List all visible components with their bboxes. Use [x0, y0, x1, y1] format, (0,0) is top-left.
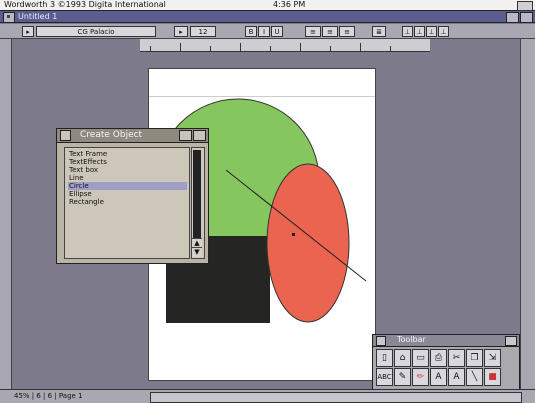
list-item-text-effects[interactable]: TextEffects	[68, 158, 187, 166]
toolbar-title: Toolbar	[397, 335, 426, 344]
create-object-window: Create Object Text Frame TextEffects Tex…	[56, 128, 209, 264]
scrollbar-knob[interactable]	[193, 150, 201, 238]
list-item-rectangle[interactable]: Rectangle	[68, 198, 187, 206]
toolbar-title-bar[interactable]: Toolbar	[373, 335, 519, 347]
cut-icon[interactable]: ✂	[448, 349, 465, 367]
spell-check-icon[interactable]: ABC	[376, 368, 393, 386]
create-object-depth-button[interactable]	[193, 130, 206, 141]
save-icon[interactable]: ▭	[412, 349, 429, 367]
status-bar: 45% | 6 | 6 | Page 1	[0, 389, 535, 403]
toolbar-depth-button[interactable]	[505, 336, 517, 346]
create-object-title-bar[interactable]: Create Object	[57, 129, 208, 143]
text-a-outline-icon[interactable]: A	[448, 368, 465, 386]
list-item-text-frame[interactable]: Text Frame	[68, 150, 187, 158]
text-tool-icon[interactable]: ✎	[394, 368, 411, 386]
horizontal-scrollbar[interactable]	[150, 392, 522, 403]
line-tool-icon[interactable]: ╲	[466, 368, 483, 386]
list-scrollbar[interactable]: ▲ ▼	[191, 147, 205, 259]
selection-handle[interactable]	[292, 233, 295, 236]
scroll-down-arrow-icon[interactable]: ▼	[192, 247, 202, 257]
paste-icon[interactable]: ⇲	[484, 349, 501, 367]
print-icon[interactable]: ⎙	[430, 349, 447, 367]
status-text: 45% | 6 | 6 | Page 1	[14, 392, 83, 400]
list-item-circle[interactable]: Circle	[68, 182, 187, 190]
list-item-line[interactable]: Line	[68, 174, 187, 182]
toolbar-close-button[interactable]	[376, 336, 386, 346]
floating-toolbar: Toolbar ▯ ⌂ ▭ ⎙ ✂ ❐ ⇲ ABC ✎ ✏ A A ╲ ■	[372, 334, 520, 390]
create-object-title: Create Object	[80, 130, 143, 140]
object-type-list[interactable]: Text Frame TextEffects Text box Line Cir…	[64, 147, 190, 259]
copy-icon[interactable]: ❐	[466, 349, 483, 367]
create-object-close-button[interactable]	[60, 130, 71, 141]
text-a-icon[interactable]: A	[430, 368, 447, 386]
fill-tool-icon[interactable]: ■	[484, 368, 501, 386]
list-item-ellipse[interactable]: Ellipse	[68, 190, 187, 198]
ellipse-shape[interactable]	[266, 163, 350, 323]
create-object-zoom-button[interactable]	[179, 130, 192, 141]
open-folder-icon[interactable]: ⌂	[394, 349, 411, 367]
list-item-text-box[interactable]: Text box	[68, 166, 187, 174]
new-document-icon[interactable]: ▯	[376, 349, 393, 367]
pencil-icon[interactable]: ✏	[412, 368, 429, 386]
